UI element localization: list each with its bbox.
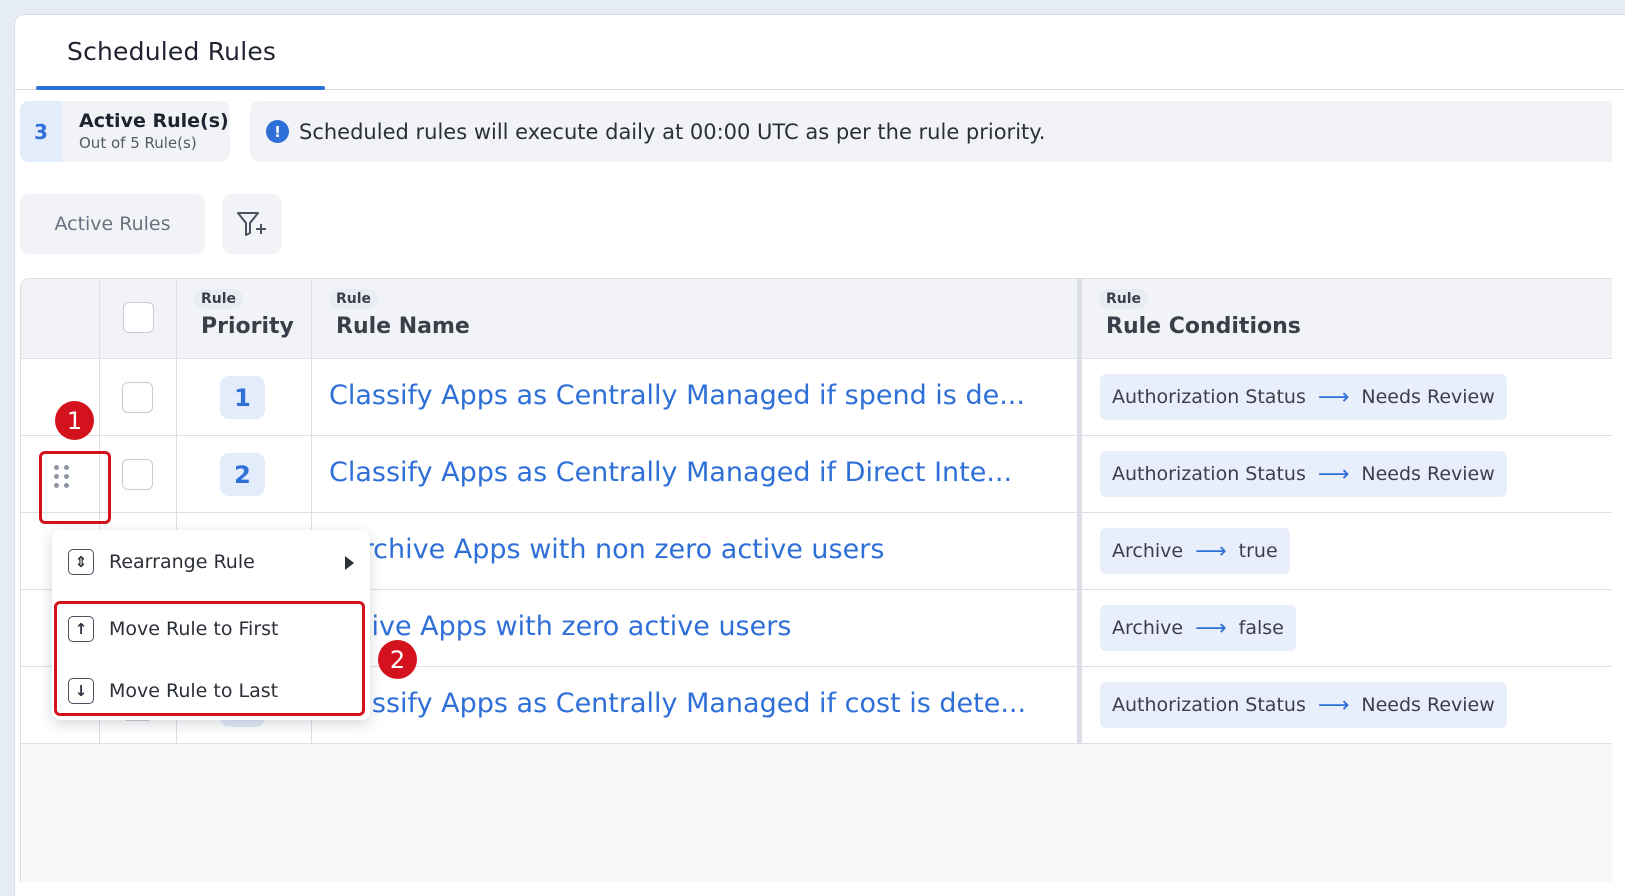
rule-condition-chip: Authorization Status ⟶ Needs Review bbox=[1100, 451, 1507, 497]
rule-condition-chip: Authorization Status ⟶ Needs Review bbox=[1100, 374, 1507, 420]
rule-condition-chip: Archive ⟶ false bbox=[1100, 605, 1296, 651]
condition-value: Needs Review bbox=[1361, 463, 1495, 485]
condition-field: Authorization Status bbox=[1112, 463, 1306, 485]
info-text: Scheduled rules will execute daily at 00… bbox=[299, 119, 1046, 144]
menu-item-label: Rearrange Rule bbox=[109, 551, 255, 573]
condition-value: false bbox=[1238, 617, 1284, 639]
rule-name-column-badge: Rule bbox=[329, 289, 379, 309]
rule-condition-chip: Authorization Status ⟶ Needs Review bbox=[1100, 682, 1507, 728]
rule-name-column-header[interactable]: Rule Name bbox=[336, 314, 470, 339]
conditions-column-header[interactable]: Rule Conditions bbox=[1106, 314, 1301, 339]
conditions-column-badge: Rule bbox=[1099, 289, 1149, 309]
condition-field: Archive bbox=[1112, 617, 1184, 639]
caret-right-icon bbox=[345, 556, 354, 570]
callout-badge-2: 2 bbox=[378, 640, 417, 679]
info-banner: ! Scheduled rules will execute daily at … bbox=[250, 101, 1612, 162]
row-checkbox[interactable] bbox=[122, 459, 153, 490]
table-row[interactable]: 2 Classify Apps as Centrally Managed if … bbox=[21, 436, 1612, 513]
arrow-right-icon: ⟶ bbox=[1195, 615, 1227, 641]
priority-column-header[interactable]: Priority bbox=[201, 314, 294, 339]
rule-name-link[interactable]: rchive Apps with zero active users bbox=[329, 611, 791, 642]
info-icon: ! bbox=[266, 120, 289, 143]
column-resize-handle[interactable] bbox=[1077, 279, 1082, 744]
arrow-right-icon: ⟶ bbox=[1195, 538, 1227, 564]
arrow-right-icon: ⟶ bbox=[1317, 384, 1350, 410]
rule-name-link[interactable]: Classify Apps as Centrally Managed if sp… bbox=[329, 380, 1025, 411]
arrow-right-icon: ⟶ bbox=[1317, 692, 1350, 718]
active-rules-filter-chip[interactable]: Active Rules bbox=[20, 194, 205, 254]
rule-name-link[interactable]: Classify Apps as Centrally Managed if Di… bbox=[329, 457, 1012, 488]
row-checkbox[interactable] bbox=[122, 382, 153, 413]
summary-title: Active Rule(s) bbox=[79, 110, 229, 132]
condition-field: Archive bbox=[1112, 540, 1184, 562]
filter-plus-icon bbox=[237, 212, 266, 236]
condition-value: true bbox=[1238, 540, 1278, 562]
priority-column-badge: Rule bbox=[194, 289, 244, 309]
table-row[interactable]: 1 Classify Apps as Centrally Managed if … bbox=[21, 359, 1612, 436]
drag-handle-highlight bbox=[39, 451, 111, 524]
callout-badge-1: 1 bbox=[55, 401, 94, 440]
tab-scheduled-rules[interactable]: Scheduled Rules bbox=[36, 15, 325, 90]
arrow-right-icon: ⟶ bbox=[1317, 461, 1350, 487]
condition-value: Needs Review bbox=[1361, 694, 1495, 716]
rule-name-link[interactable]: narchive Apps with non zero active users bbox=[329, 534, 884, 565]
rearrange-icon: ⇕ bbox=[68, 549, 94, 575]
condition-field: Authorization Status bbox=[1112, 386, 1306, 408]
add-filter-button[interactable] bbox=[222, 194, 282, 254]
active-rules-count: 3 bbox=[20, 101, 62, 162]
move-options-highlight bbox=[54, 601, 365, 716]
active-tab-indicator bbox=[36, 86, 325, 90]
condition-field: Authorization Status bbox=[1112, 694, 1306, 716]
summary-subtitle: Out of 5 Rule(s) bbox=[79, 134, 197, 152]
tab-bar: Scheduled Rules bbox=[15, 15, 1625, 90]
active-rules-summary: 3 Active Rule(s) Out of 5 Rule(s) bbox=[20, 101, 230, 162]
menu-item-rearrange-rule[interactable]: ⇕ Rearrange Rule bbox=[52, 532, 370, 592]
rule-name-link[interactable]: Classify Apps as Centrally Managed if co… bbox=[329, 688, 1026, 719]
rule-condition-chip: Archive ⟶ true bbox=[1100, 528, 1290, 574]
table-header: Rule Priority Rule Rule Name Rule Rule C… bbox=[21, 279, 1612, 359]
priority-badge: 2 bbox=[220, 453, 265, 496]
priority-badge: 1 bbox=[220, 376, 265, 419]
condition-value: Needs Review bbox=[1361, 386, 1495, 408]
select-all-checkbox[interactable] bbox=[123, 302, 154, 333]
